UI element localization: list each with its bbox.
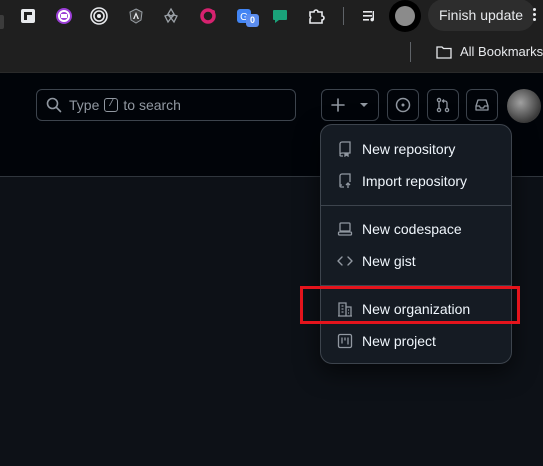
chat-icon[interactable] — [270, 6, 290, 26]
tab-edge — [0, 15, 4, 29]
issue-opened-icon — [395, 97, 411, 113]
highlight-annotation — [300, 286, 520, 324]
hypothesis-icon[interactable] — [54, 6, 74, 26]
search-input[interactable]: Type / to search — [36, 89, 296, 121]
all-bookmarks-label: All Bookmarks — [460, 44, 543, 59]
angular-icon[interactable] — [126, 6, 146, 26]
bookmarks-separator — [410, 42, 411, 62]
ring-icon[interactable] — [198, 6, 218, 26]
menu-item-label: New project — [362, 333, 436, 349]
toolbar-separator — [343, 7, 344, 25]
inbox-icon — [475, 99, 489, 111]
plus-icon — [331, 98, 345, 112]
extension-badge: 0 — [246, 14, 259, 27]
finish-update-button[interactable]: Finish update — [428, 0, 535, 31]
folder-icon — [436, 45, 452, 59]
puzzle-icon[interactable] — [306, 6, 326, 26]
menu-item-label: New gist — [362, 253, 416, 269]
triangle-down-icon — [360, 103, 368, 107]
menu-item-new-project[interactable]: New project — [321, 325, 511, 357]
create-menu: New repository Import repository New cod… — [320, 124, 512, 364]
profile-avatar[interactable] — [389, 0, 421, 32]
project-icon — [337, 333, 353, 349]
browser-menu-icon[interactable] — [528, 8, 540, 24]
search-suffix: to search — [123, 97, 181, 113]
search-shortcut-key: / — [104, 98, 119, 112]
all-bookmarks-button[interactable]: All Bookmarks — [436, 44, 543, 59]
menu-item-label: Import repository — [362, 173, 468, 189]
search-prefix: Type — [69, 97, 100, 113]
finish-update-label: Finish update — [439, 7, 524, 23]
issues-button[interactable] — [387, 89, 419, 121]
repo-icon — [337, 141, 353, 157]
browser-toolbar: G 0 Finish update — [0, 0, 543, 32]
menu-item-new-codespace[interactable]: New codespace — [321, 213, 511, 245]
menu-item-import-repository[interactable]: Import repository — [321, 165, 511, 197]
code-icon — [337, 253, 353, 269]
search-icon — [46, 97, 62, 113]
flipboard-icon[interactable] — [18, 6, 38, 26]
git-pull-request-icon — [436, 97, 450, 113]
bookmarks-bar: All Bookmarks — [0, 32, 543, 73]
inbox-button[interactable] — [466, 89, 498, 121]
create-new-button[interactable] — [321, 89, 379, 121]
target-icon[interactable] — [89, 6, 109, 26]
codespace-icon — [337, 221, 353, 237]
menu-divider — [321, 205, 511, 206]
user-avatar[interactable] — [507, 89, 541, 123]
menu-item-label: New codespace — [362, 221, 462, 237]
pull-requests-button[interactable] — [427, 89, 459, 121]
menu-item-label: New repository — [362, 141, 456, 157]
media-control-icon[interactable] — [360, 6, 380, 26]
menu-item-new-repository[interactable]: New repository — [321, 133, 511, 165]
menu-item-new-gist[interactable]: New gist — [321, 245, 511, 277]
shell-icon[interactable] — [161, 6, 181, 26]
repo-push-icon — [337, 173, 353, 189]
